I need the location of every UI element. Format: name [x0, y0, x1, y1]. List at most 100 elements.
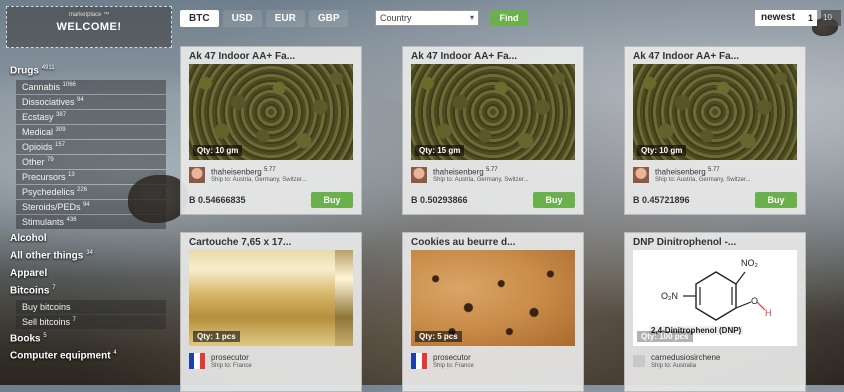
ship-to: Ship to: Austria, Germany, Switzer... [211, 177, 307, 183]
vendor-name[interactable]: thaheisenberg 5.77 [211, 167, 276, 177]
country-select-label: Country [380, 13, 412, 23]
listing-image[interactable]: Qty: 15 gm [411, 64, 575, 160]
subcategory-stimulants[interactable]: Stimulants 436 [16, 215, 166, 230]
vendor-name[interactable]: thaheisenberg 5.77 [655, 167, 720, 177]
currency-usd-button[interactable]: USD [222, 10, 262, 27]
vendor-name[interactable]: prosecutor [433, 353, 471, 362]
listing-image[interactable]: Qty: 10 gm [189, 64, 353, 160]
category-computer-equipment[interactable]: Computer equipment 4 [6, 347, 172, 364]
subcategory-medical[interactable]: Medical 309 [16, 125, 166, 140]
nitro-group-label: NO₂ [741, 258, 758, 268]
listing-quantity: Qty: 1 pcs [193, 331, 240, 342]
buy-button[interactable]: Buy [755, 192, 797, 208]
country-select[interactable]: Country ▾ [375, 10, 479, 26]
listing-price: B 0.45721896 [633, 195, 690, 205]
subcategory-psychedelics[interactable]: Psychedelics 226 [16, 185, 166, 200]
listing-title[interactable]: Cookies au beurre d... [403, 233, 583, 250]
listing-title[interactable]: Ak 47 Indoor AA+ Fa... [181, 47, 361, 64]
listing-image[interactable]: Qty: 5 pcs [411, 250, 575, 346]
france-flag-icon [189, 353, 205, 369]
vendor-info: thaheisenberg 5.77 Ship to: Austria, Ger… [633, 166, 797, 186]
listing-image[interactable]: NO₂ O₂N O H 2,4-Dinitrophenol (DNP) Qty:… [633, 250, 797, 346]
category-menu: Drugs 4911 Cannabis 1066 Dissociatives 9… [6, 62, 172, 365]
vendor-info: carnedusiosirchene Ship to: Australia [633, 352, 797, 372]
hydroxyl-hydrogen-label: H [765, 308, 772, 318]
buy-button[interactable]: Buy [533, 192, 575, 208]
cartridge-end [335, 250, 353, 346]
vendor-name[interactable]: prosecutor [211, 353, 249, 362]
listing-card[interactable]: Ak 47 Indoor AA+ Fa... Qty: 15 gm thahei… [402, 46, 584, 215]
listing-card[interactable]: Cookies au beurre d... Qty: 5 pcs prosec… [402, 232, 584, 392]
subcategory-opioids[interactable]: Opioids 157 [16, 140, 166, 155]
ship-to: Ship to: Australia [651, 363, 697, 369]
listing-image[interactable]: Qty: 1 pcs [189, 250, 353, 346]
sort-value: newest [761, 12, 795, 23]
france-flag-icon [411, 353, 427, 369]
listing-price: B 0.54666835 [189, 195, 246, 205]
ship-to: Ship to: Austria, Germany, Switzer... [433, 177, 529, 183]
vendor-avatar [411, 167, 427, 183]
subcategory-ecstasy[interactable]: Ecstasy 387 [16, 110, 166, 125]
welcome-box: marketplace ™ WELCOME! [6, 6, 172, 48]
currency-eur-button[interactable]: EUR [265, 10, 305, 27]
category-apparel[interactable]: Apparel [6, 265, 172, 282]
ship-to: Ship to: Austria, Germany, Switzer... [655, 177, 751, 183]
vendor-name[interactable]: carnedusiosirchene [651, 353, 720, 362]
listing-title[interactable]: Ak 47 Indoor AA+ Fa... [625, 47, 805, 64]
hydroxyl-oxygen-label: O [751, 296, 759, 306]
nitro-group-label: O₂N [661, 291, 678, 301]
price-row: B 0.54666835 Buy [189, 192, 353, 208]
welcome-title: WELCOME! [56, 21, 122, 33]
category-bitcoins[interactable]: Bitcoins 7 [6, 282, 172, 299]
listing-card[interactable]: Ak 47 Indoor AA+ Fa... Qty: 10 gm thahei… [624, 46, 806, 215]
vendor-info: thaheisenberg 5.77 Ship to: Austria, Ger… [411, 166, 575, 186]
listing-price: B 0.50293866 [411, 195, 468, 205]
price-row: B 0.45721896 Buy [633, 192, 797, 208]
subcategory-cannabis[interactable]: Cannabis 1066 [16, 80, 166, 95]
per-page-button[interactable]: 10 [821, 10, 841, 26]
price-row: B 0.50293866 Buy [411, 192, 575, 208]
find-button[interactable]: Find [490, 10, 528, 26]
listing-card[interactable]: Ak 47 Indoor AA+ Fa... Qty: 10 gm thahei… [180, 46, 362, 215]
subcategory-buy-bitcoins[interactable]: Buy bitcoins [16, 299, 166, 314]
currency-btc-button[interactable]: BTC [180, 10, 219, 27]
listing-quantity: Qty: 5 pcs [415, 331, 462, 342]
category-alcohol[interactable]: Alcohol [6, 230, 172, 247]
listing-quantity: Qty: 10 gm [193, 145, 243, 156]
sort-select[interactable]: newest 1 [755, 10, 817, 26]
category-all-other-things[interactable]: All other things 34 [6, 247, 172, 264]
listing-quantity: Qty: 15 gm [415, 145, 465, 156]
subcategory-sell-bitcoins[interactable]: Sell bitcoins 7 [16, 314, 166, 329]
category-books[interactable]: Books 5 [6, 330, 172, 347]
listing-quantity: Qty: 100 pcs [637, 331, 693, 342]
currency-gbp-button[interactable]: GBP [308, 10, 349, 27]
buy-button[interactable]: Buy [311, 192, 353, 208]
sidebar: marketplace ™ WELCOME! Drugs 4911 Cannab… [6, 6, 172, 385]
listing-title[interactable]: DNP Dinitrophenol -... [625, 233, 805, 250]
ship-to: Ship to: France [433, 363, 474, 369]
listing-card[interactable]: Cartouche 7,65 x 17... Qty: 1 pcs prosec… [180, 232, 362, 392]
vendor-avatar [189, 167, 205, 183]
ship-to: Ship to: France [211, 363, 252, 369]
listing-quantity: Qty: 10 gm [637, 145, 687, 156]
listing-title[interactable]: Ak 47 Indoor AA+ Fa... [403, 47, 583, 64]
category-drugs[interactable]: Drugs 4911 [6, 62, 172, 79]
listing-title[interactable]: Cartouche 7,65 x 17... [181, 233, 361, 250]
subcategory-dissociatives[interactable]: Dissociatives 94 [16, 95, 166, 110]
filter-bar: BTC USD EUR GBP Country ▾ Find newest 1 … [180, 8, 844, 30]
currency-selector: BTC USD EUR GBP [180, 10, 349, 27]
subcategory-steroids[interactable]: Steroids/PEDs 94 [16, 200, 166, 215]
subcategory-other[interactable]: Other 79 [16, 155, 166, 170]
listing-card[interactable]: DNP Dinitrophenol -... NO₂ O₂N O H 2,4-D… [624, 232, 806, 392]
subcategory-precursors[interactable]: Precursors 13 [16, 170, 166, 185]
chevron-down-icon: ▾ [469, 13, 474, 22]
vendor-info: prosecutor Ship to: France [411, 352, 575, 372]
vendor-avatar [633, 355, 645, 367]
listing-image[interactable]: Qty: 10 gm [633, 64, 797, 160]
vendor-info: prosecutor Ship to: France [189, 352, 353, 372]
vendor-avatar [633, 167, 649, 183]
sort-count: 1 [807, 13, 813, 23]
vendor-name[interactable]: thaheisenberg 5.77 [433, 167, 498, 177]
vendor-info: thaheisenberg 5.77 Ship to: Austria, Ger… [189, 166, 353, 186]
welcome-marketplace-label: marketplace ™ [68, 12, 110, 18]
